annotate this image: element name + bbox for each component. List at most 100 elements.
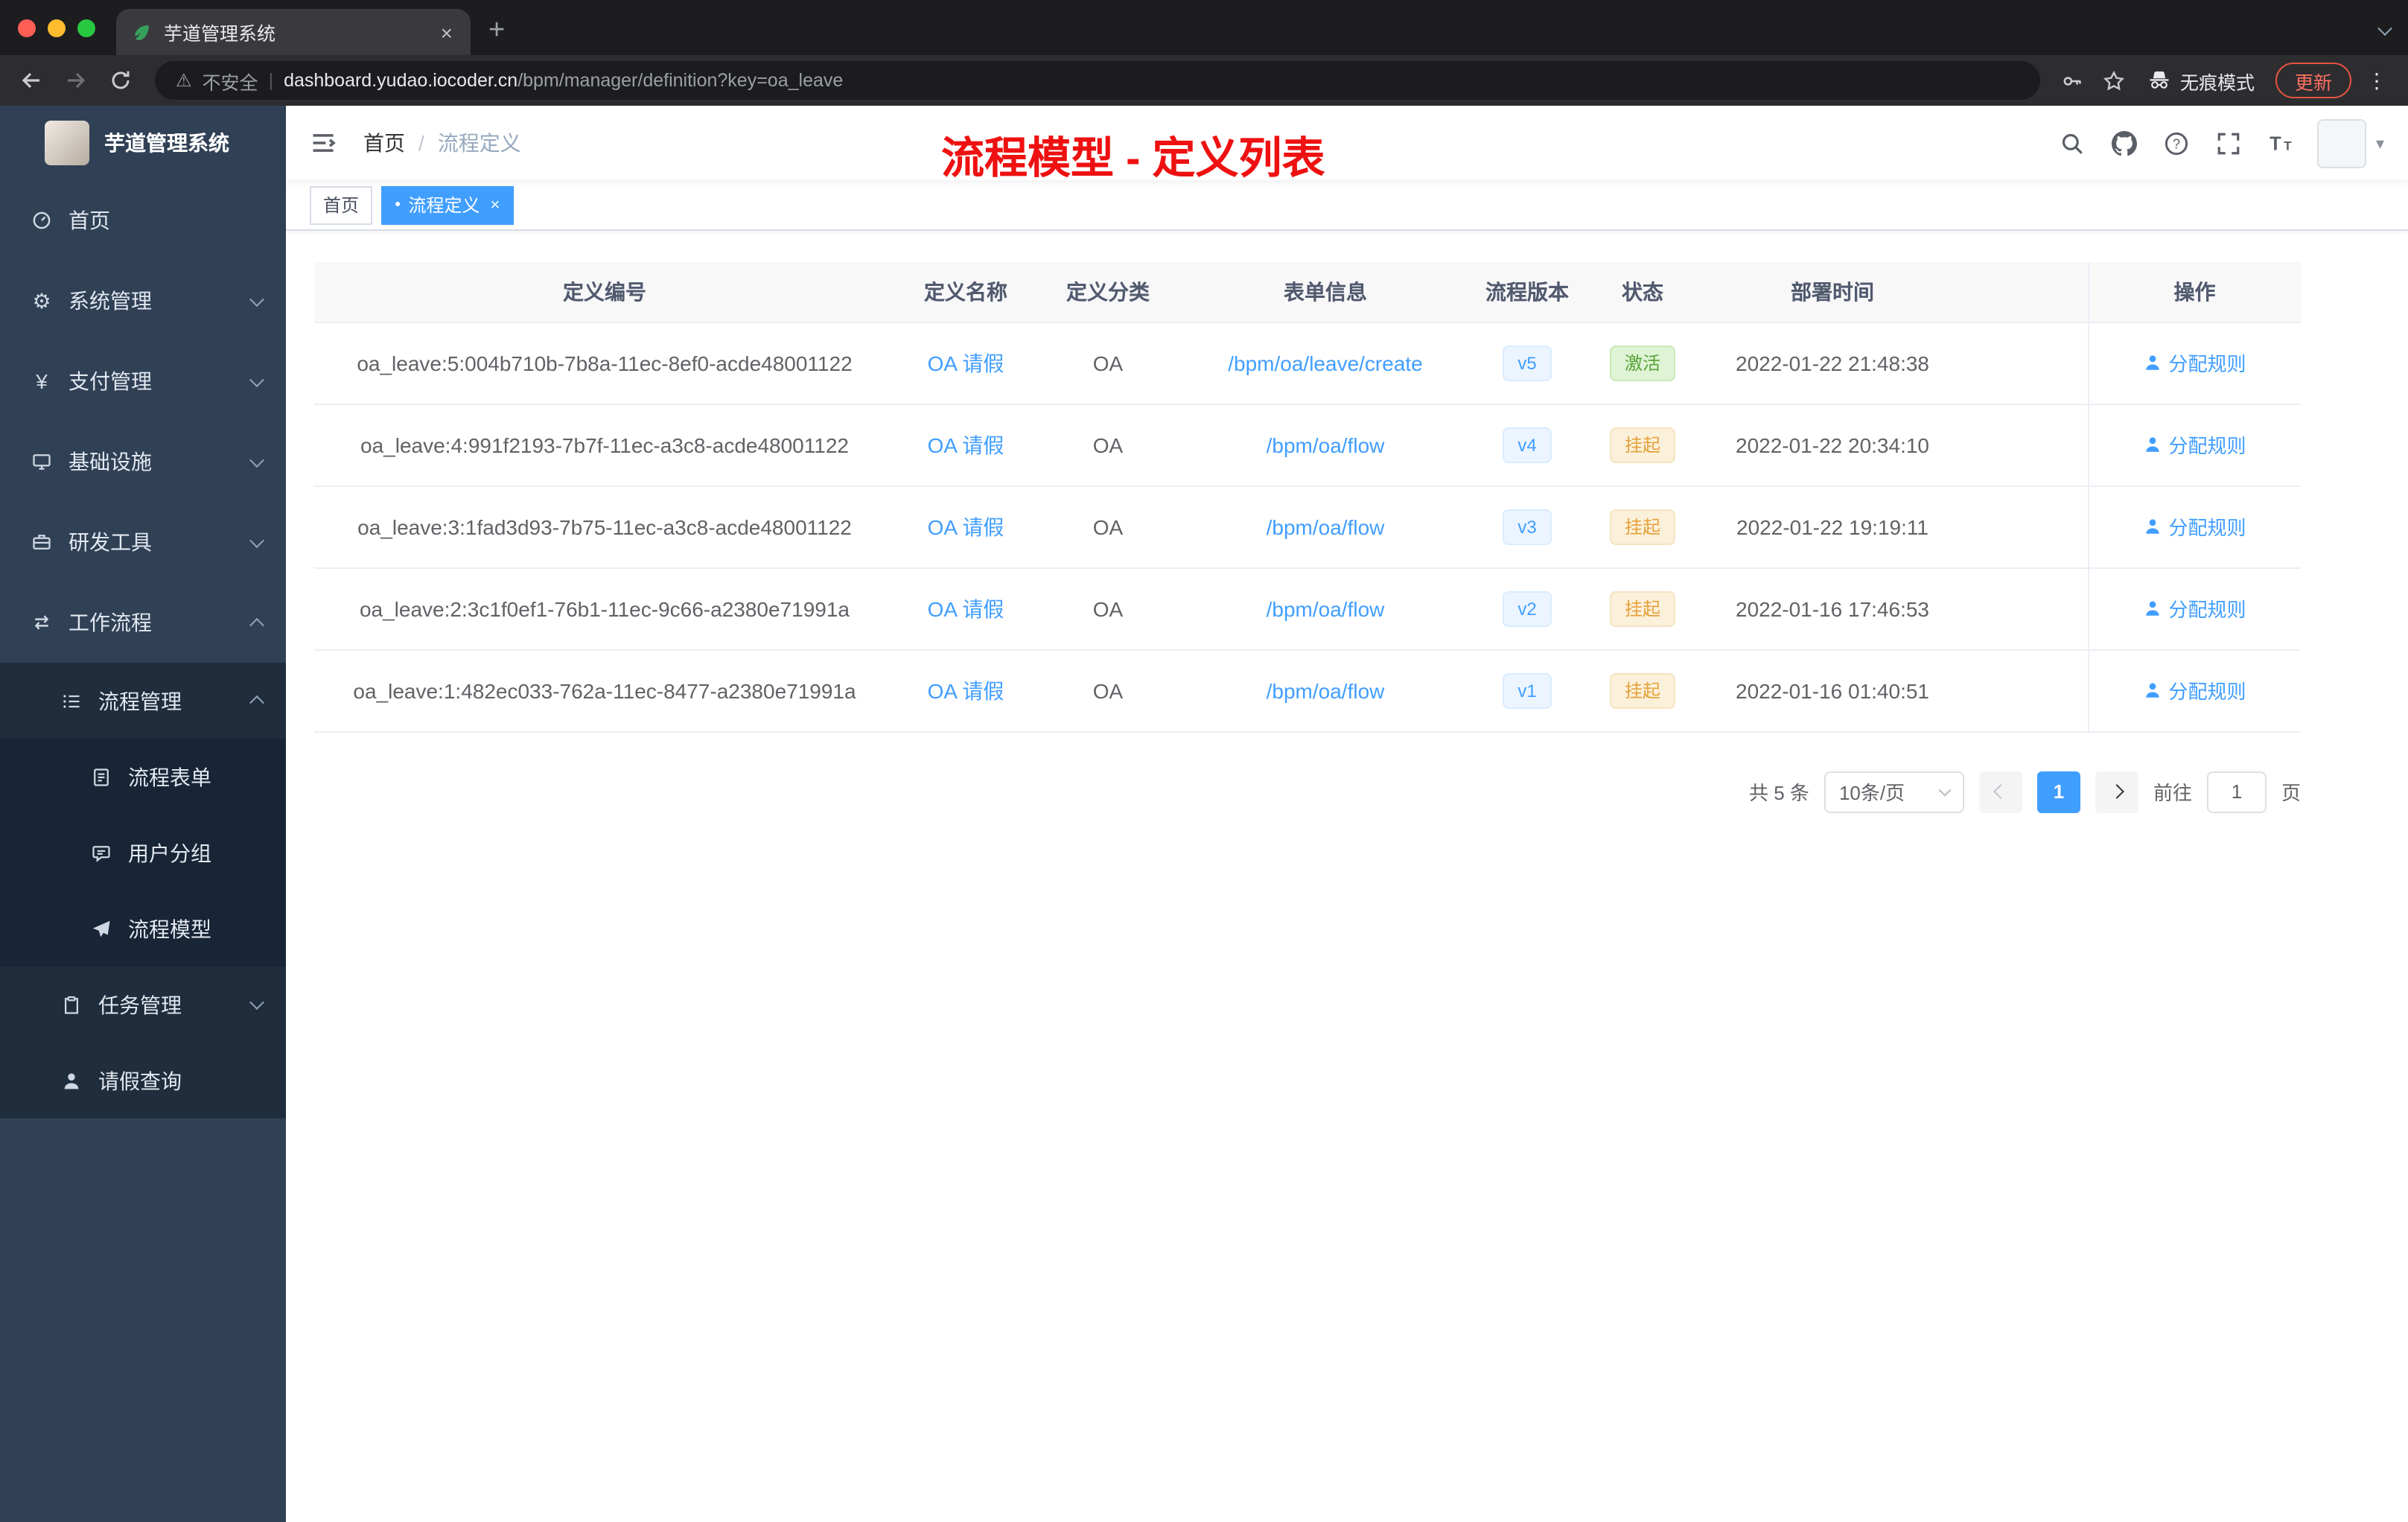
tab-close-icon[interactable]: × [438, 20, 456, 44]
paper-plane-icon [89, 917, 113, 940]
user-icon [2146, 683, 2160, 698]
form-link[interactable]: /bpm/oa/flow [1267, 678, 1385, 702]
user-icon [2146, 601, 2160, 616]
sidebar-item-workflow[interactable]: 工作流程 [0, 582, 286, 663]
sidebar-item-process-management[interactable]: 流程管理 [0, 663, 286, 739]
tab-search-icon[interactable] [2377, 16, 2392, 43]
font-size-icon[interactable]: TT [2266, 128, 2296, 158]
incognito-badge: 无痕模式 [2138, 66, 2264, 95]
table-row: oa_leave:1:482ec033-762a-11ec-8477-a2380… [314, 649, 2301, 732]
url-text: dashboard.yudao.iocoder.cn/bpm/manager/d… [284, 70, 843, 91]
form-icon [89, 765, 113, 789]
sidebar-item-devtools[interactable]: 研发工具 [0, 502, 286, 582]
pagination-total: 共 5 条 [1749, 782, 1809, 804]
cell-category: OA [1036, 485, 1179, 568]
sidebar-item-user-group[interactable]: 用户分组 [0, 815, 286, 891]
dashboard-icon [30, 208, 54, 232]
cell-category: OA [1036, 567, 1179, 650]
password-key-icon[interactable] [2055, 63, 2091, 98]
security-label: 不安全 [202, 72, 258, 93]
form-link[interactable]: /bpm/oa/leave/create [1228, 351, 1423, 375]
url-host: dashboard.yudao.iocoder.cn [284, 70, 518, 91]
definition-name-link[interactable]: OA 请假 [928, 678, 1004, 702]
new-tab-button[interactable]: + [471, 15, 523, 55]
table-row: oa_leave:2:3c1f0ef1-76b1-11ec-9c66-a2380… [314, 567, 2301, 650]
url-bar[interactable]: ⚠ 不安全 | dashboard.yudao.iocoder.cn/bpm/m… [155, 61, 2040, 100]
form-link[interactable]: /bpm/oa/flow [1267, 596, 1385, 620]
sidebar-item-process-form[interactable]: 流程表单 [0, 739, 286, 815]
cell-id: oa_leave:5:004b710b-7b8a-11ec-8ef0-acde4… [314, 322, 895, 404]
assign-rule-button[interactable]: 分配规则 [2143, 676, 2246, 704]
tag-close-icon[interactable]: × [491, 196, 500, 214]
assign-rule-button[interactable]: 分配规则 [2143, 594, 2246, 623]
window-close-button[interactable] [18, 19, 36, 36]
definition-name-link[interactable]: OA 请假 [928, 596, 1004, 620]
update-button[interactable]: 更新 [2275, 63, 2351, 98]
task-icon [60, 993, 83, 1016]
avatar[interactable] [2317, 118, 2367, 168]
sidebar-toggle-icon[interactable] [307, 127, 340, 159]
cell-category: OA [1036, 404, 1179, 486]
definition-name-link[interactable]: OA 请假 [928, 515, 1004, 538]
user-menu[interactable]: ▾ [2317, 118, 2384, 168]
chevron-down-icon [249, 532, 264, 548]
col-header-deploy-time: 部署时间 [1702, 262, 1963, 322]
window-minimize-button[interactable] [48, 19, 66, 36]
breadcrumb-home[interactable]: 首页 [363, 128, 405, 158]
col-header-name: 定义名称 [895, 262, 1036, 322]
form-link[interactable]: /bpm/oa/flow [1267, 433, 1385, 456]
sidebar-item-task-management[interactable]: 任务管理 [0, 967, 286, 1042]
chevron-up-icon [249, 695, 264, 710]
tag-home[interactable]: 首页 [310, 185, 373, 224]
back-button[interactable] [12, 61, 51, 100]
definition-name-link[interactable]: OA 请假 [928, 351, 1004, 375]
search-icon[interactable] [2057, 128, 2087, 158]
cell-id: oa_leave:1:482ec033-762a-11ec-8477-a2380… [314, 649, 895, 732]
forward-button[interactable] [57, 61, 95, 100]
cell-deploy-time: 2022-01-22 19:19:11 [1702, 485, 1963, 568]
prev-page-button[interactable] [1978, 771, 2022, 812]
next-page-button[interactable] [2095, 771, 2138, 812]
bookmark-star-icon[interactable] [2097, 63, 2133, 98]
assign-rule-button[interactable]: 分配规则 [2143, 348, 2246, 377]
svg-text:T: T [2284, 138, 2292, 153]
sidebar-item-home[interactable]: 首页 [0, 180, 286, 261]
goto-page-input[interactable] [2206, 771, 2267, 812]
sidebar-item-system[interactable]: ⚙ 系统管理 [0, 261, 286, 341]
form-link[interactable]: /bpm/oa/flow [1267, 515, 1385, 538]
sidebar-logo[interactable]: 芋道管理系统 [0, 106, 286, 180]
sidebar-item-infrastructure[interactable]: 基础设施 [0, 421, 286, 502]
sidebar-item-payment[interactable]: ¥ 支付管理 [0, 341, 286, 421]
sidebar-item-process-model[interactable]: 流程模型 [0, 891, 286, 967]
breadcrumb-separator: / [418, 131, 424, 155]
browser-tab[interactable]: 芋道管理系统 × [116, 9, 471, 55]
sidebar-item-leave-query[interactable]: 请假查询 [0, 1042, 286, 1118]
window-zoom-button[interactable] [77, 19, 95, 36]
definition-table: 定义编号 定义名称 定义分类 表单信息 流程版本 状态 部署时间 操作 oa_l… [314, 262, 2301, 732]
svg-text:T: T [2270, 133, 2281, 154]
user-group-icon [89, 841, 113, 865]
assign-rule-button[interactable]: 分配规则 [2143, 430, 2246, 459]
chevron-down-icon [249, 291, 264, 307]
github-icon[interactable] [2109, 128, 2139, 158]
page-title-annotation: 流程模型 - 定义列表 [941, 136, 1325, 183]
tag-process-definition[interactable]: ● 流程定义 × [381, 185, 514, 224]
fullscreen-icon[interactable] [2214, 128, 2243, 158]
version-badge: v4 [1503, 427, 1552, 462]
col-header-status: 状态 [1583, 262, 1702, 322]
help-icon[interactable]: ? [2162, 128, 2191, 158]
definition-name-link[interactable]: OA 请假 [928, 433, 1004, 456]
col-header-form: 表单信息 [1179, 262, 1471, 322]
cell-deploy-time: 2022-01-22 21:48:38 [1702, 322, 1963, 404]
breadcrumb-current: 流程定义 [437, 131, 521, 155]
page-number-1[interactable]: 1 [2036, 771, 2080, 812]
logo-title: 芋道管理系统 [104, 131, 229, 155]
col-header-version: 流程版本 [1471, 262, 1583, 322]
url-divider: | [268, 70, 274, 91]
reload-button[interactable] [101, 61, 140, 100]
page-size-select[interactable]: 10条/页 [1823, 771, 1964, 812]
assign-rule-button[interactable]: 分配规则 [2143, 512, 2246, 541]
favicon-leaf-icon [131, 22, 152, 42]
cell-category: OA [1036, 322, 1179, 404]
browser-menu-icon[interactable]: ⋮ [2363, 68, 2396, 93]
